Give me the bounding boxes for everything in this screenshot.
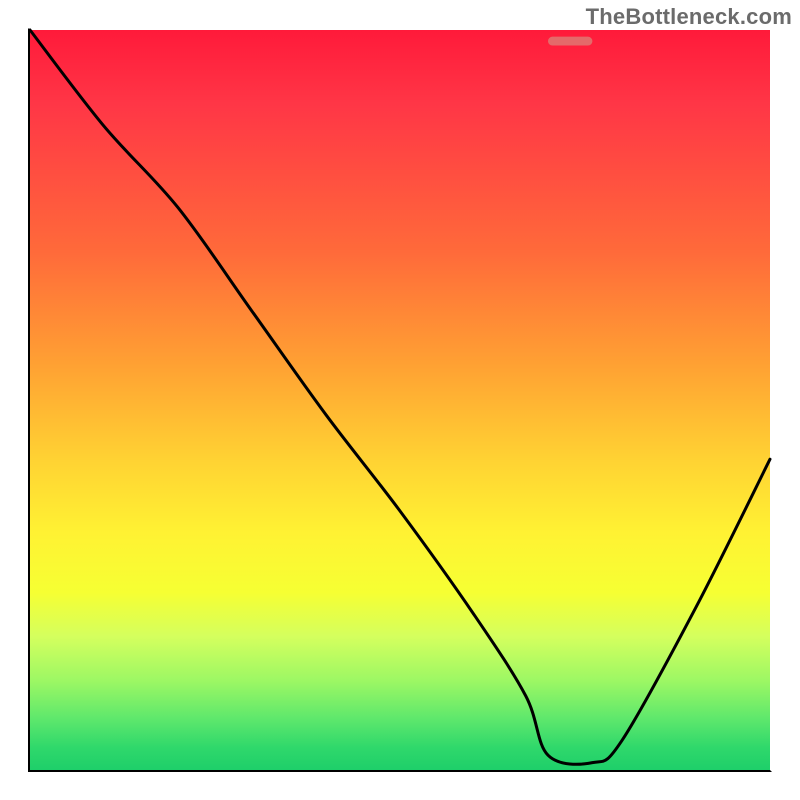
chart-plot-area xyxy=(30,30,770,770)
watermark-label: TheBottleneck.com xyxy=(586,4,792,30)
bottleneck-chart: TheBottleneck.com xyxy=(0,0,800,800)
